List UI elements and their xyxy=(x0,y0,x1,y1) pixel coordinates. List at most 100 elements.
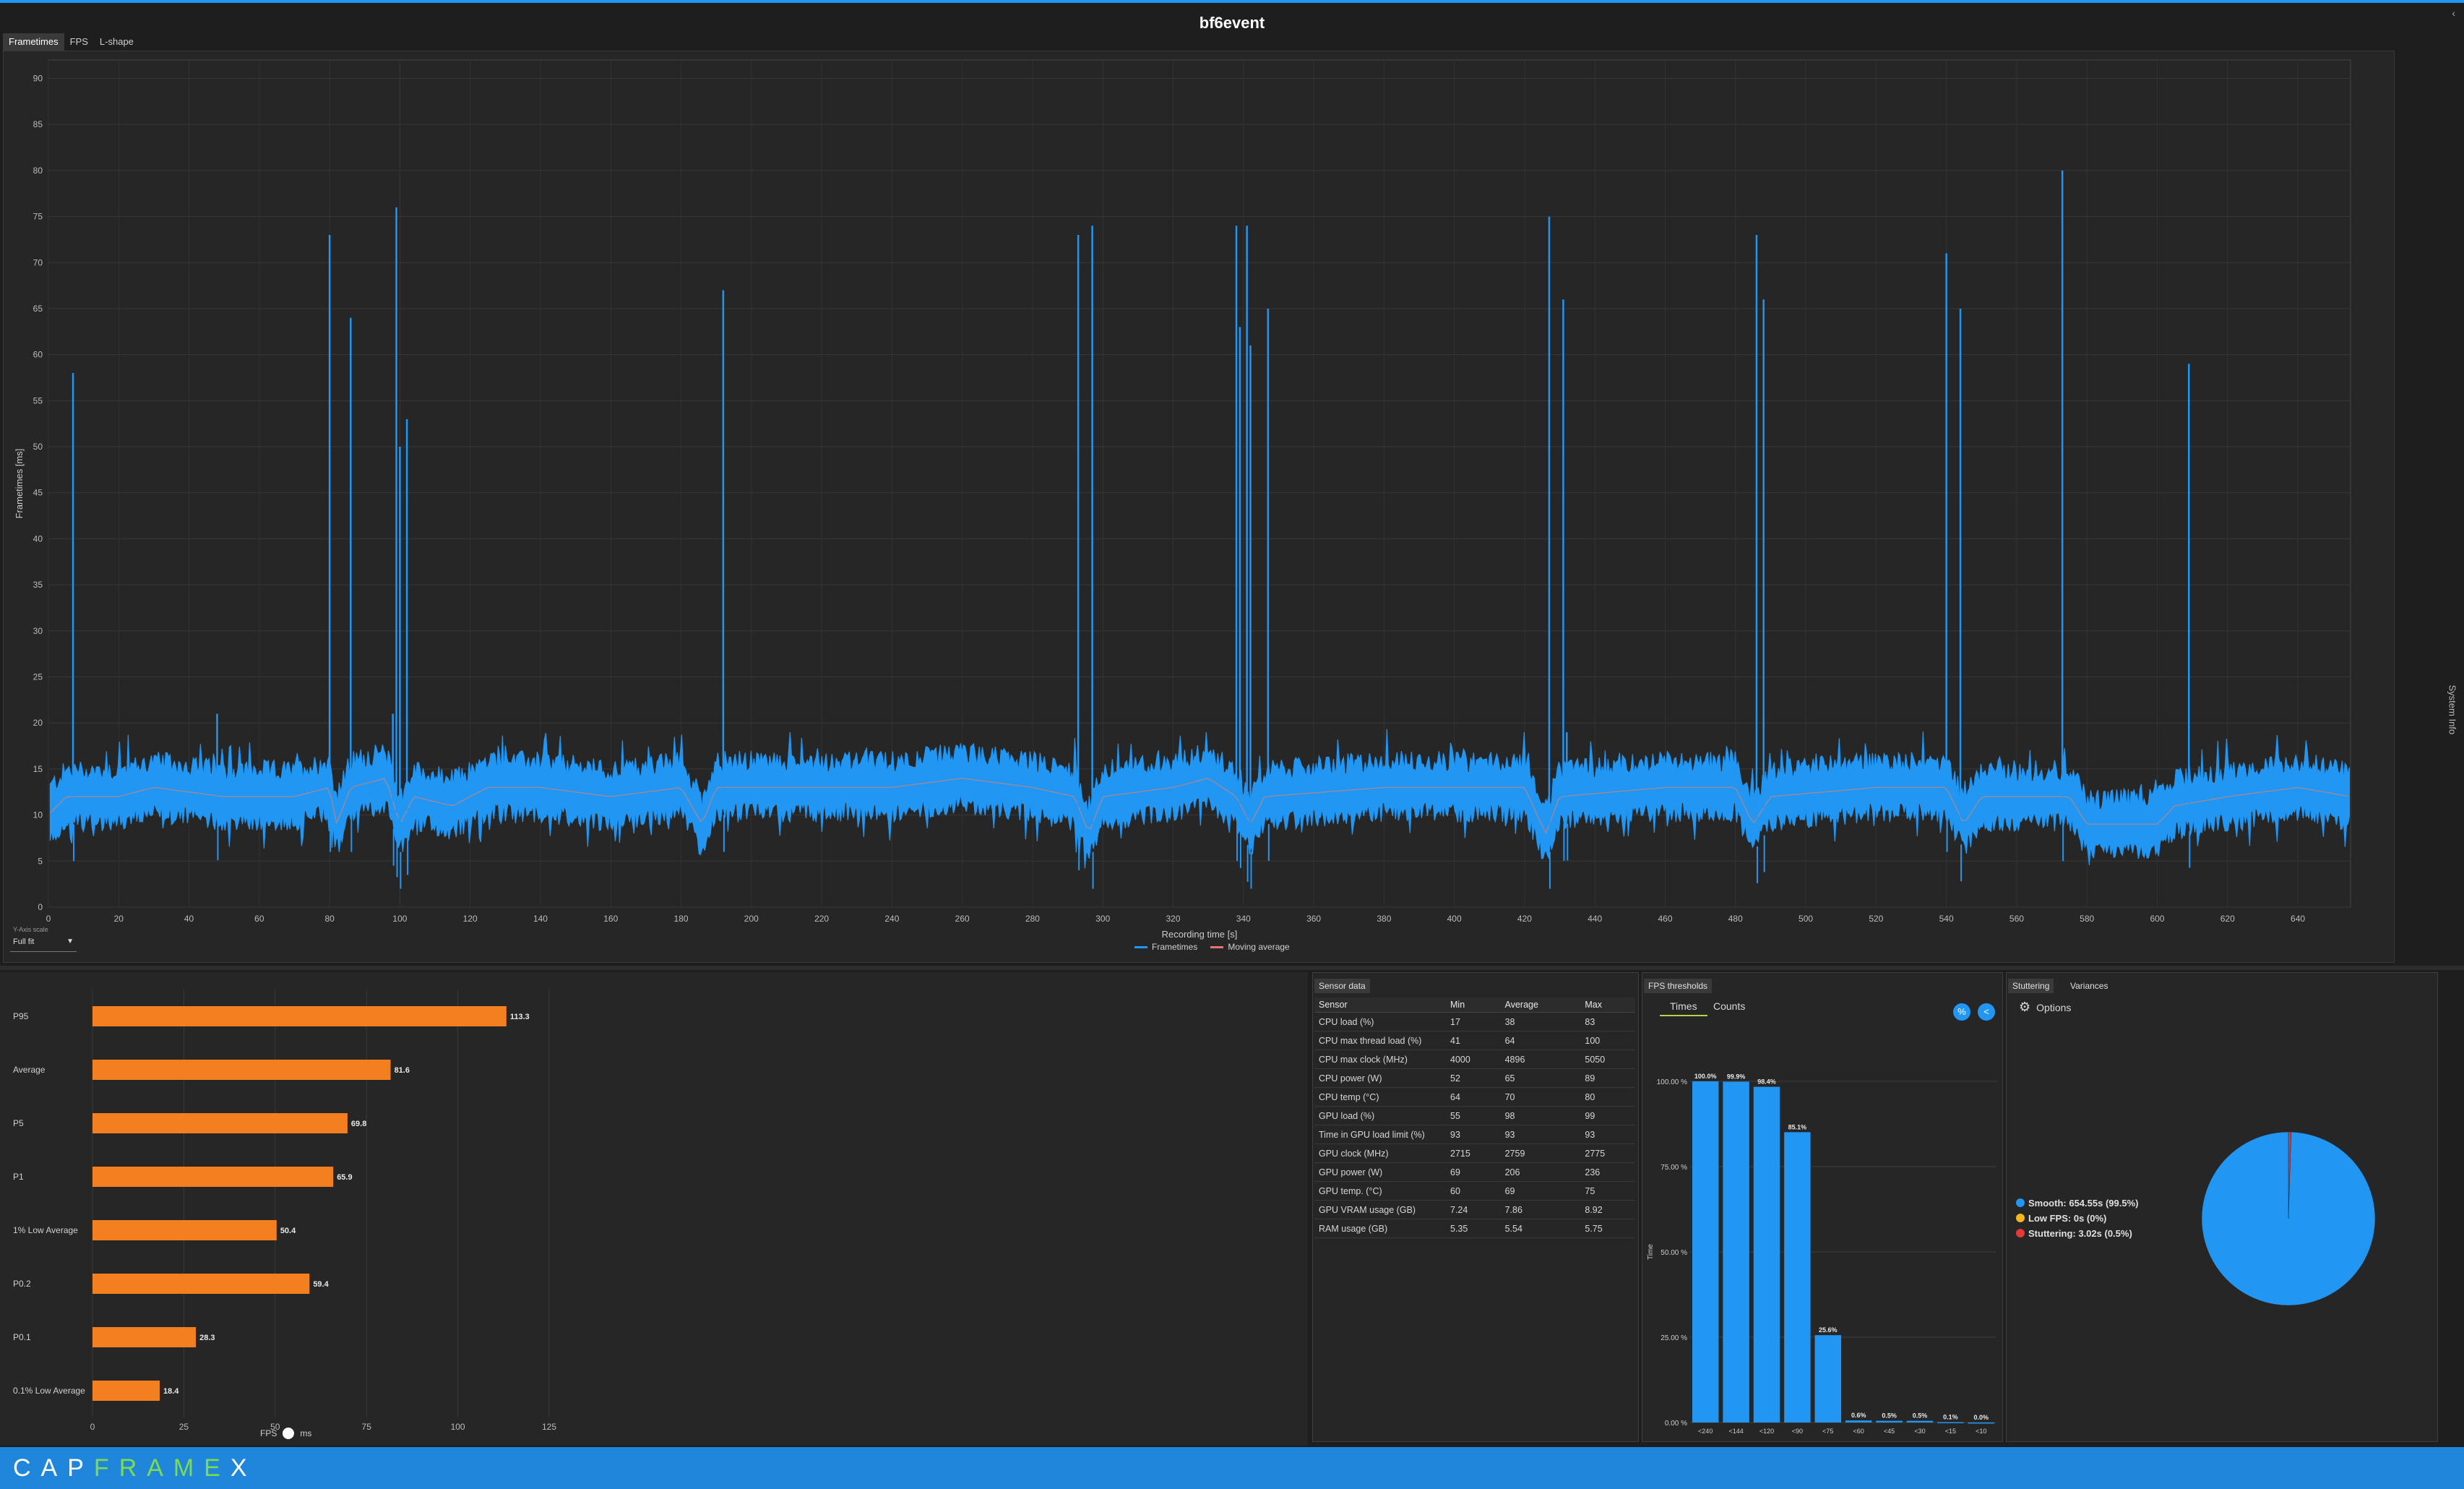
table-cell: 5.54 xyxy=(1500,1219,1581,1238)
stuttering-legend: Smooth: 654.55s (99.5%) Low FPS: 0s (0%)… xyxy=(2016,1196,2138,1241)
statistics-bar-chart: 0 25 50 75 100 125P95 113.3Average 81.6P5 69.8P1… xyxy=(13,990,556,1432)
table-row[interactable]: GPU power (W) 69 206 236 xyxy=(1314,1162,1635,1182)
bar-value-label: 18.4 xyxy=(163,1387,179,1396)
y-tick-label: 5 xyxy=(38,856,43,866)
table-cell: GPU load (%) xyxy=(1314,1106,1446,1125)
stat-bar xyxy=(92,1274,310,1294)
sensor-data-panel: Sensor data Sensor Min Average Max CPU l… xyxy=(1312,972,1639,1442)
y-tick-label: 70 xyxy=(33,257,43,267)
y-tick-label: 35 xyxy=(33,580,43,590)
legend-swatch xyxy=(1210,946,1224,949)
table-cell: 69 xyxy=(1446,1162,1501,1182)
table-row[interactable]: Time in GPU load limit (%) 93 93 93 xyxy=(1314,1125,1635,1144)
y-axis-title: Frametimes [ms] xyxy=(14,449,25,519)
table-row[interactable]: GPU VRAM usage (GB) 7.24 7.86 8.92 xyxy=(1314,1200,1635,1219)
x-tick-label: <240 xyxy=(1698,1428,1713,1435)
stat-bar xyxy=(92,1327,197,1347)
tab-l-shape[interactable]: L-shape xyxy=(94,33,139,51)
panel-divider[interactable] xyxy=(0,966,2464,970)
y-tick-label: 15 xyxy=(33,764,43,774)
table-row[interactable]: RAM usage (GB) 5.35 5.54 5.75 xyxy=(1314,1219,1635,1238)
table-cell: 93 xyxy=(1580,1125,1635,1144)
bar-value-label: 59.4 xyxy=(313,1280,329,1289)
toggle-knob[interactable] xyxy=(283,1428,295,1439)
toggle-label-fps: FPS xyxy=(260,1428,277,1438)
legend-label: Low FPS: xyxy=(2028,1213,2072,1224)
column-header[interactable]: Min xyxy=(1446,997,1501,1013)
legend-item-smooth: Smooth: 654.55s (99.5%) xyxy=(2016,1196,2138,1211)
y-tick-label: 75.00 % xyxy=(1660,1164,1687,1172)
x-tick-label: 540 xyxy=(1939,914,1954,924)
table-cell: 55 xyxy=(1446,1106,1501,1125)
category-label: P0.2 xyxy=(13,1279,31,1289)
table-row[interactable]: GPU clock (MHz) 2715 2759 2775 xyxy=(1314,1143,1635,1163)
table-cell: RAM usage (GB) xyxy=(1314,1219,1446,1238)
x-tick-label: 260 xyxy=(955,914,970,924)
frametime-chart[interactable]: 0 5 10 15 20 25 30 35 40 45 50 55 60 65 70 75 80 85 90 0 20 4… xyxy=(4,51,2394,962)
table-row[interactable]: GPU load (%) 55 98 99 xyxy=(1314,1106,1635,1125)
table-cell: 75 xyxy=(1580,1181,1635,1201)
sensor-table: Sensor Min Average Max CPU load (%) 17 38 8… xyxy=(1314,997,1635,1238)
y-tick-label: 10 xyxy=(33,810,43,820)
bar-value-label: 81.6 xyxy=(395,1066,410,1075)
tab-frametimes[interactable]: Frametimes xyxy=(3,33,64,51)
bar-value-label: 100.0% xyxy=(1694,1073,1717,1080)
stat-bar xyxy=(92,1006,507,1026)
table-row[interactable]: CPU max clock (MHz) 4000 4896 5050 xyxy=(1314,1050,1635,1069)
chart-legend: Frametimes Moving average xyxy=(1134,942,1290,952)
x-tick-label: 240 xyxy=(884,914,899,924)
y-tick-label: 90 xyxy=(33,73,43,83)
table-cell: CPU max thread load (%) xyxy=(1314,1031,1446,1050)
table-cell: 65 xyxy=(1500,1068,1581,1088)
table-cell: 64 xyxy=(1500,1031,1581,1050)
table-cell: GPU temp. (°C) xyxy=(1314,1181,1446,1201)
capframex-logo: CAPFRAMEX xyxy=(13,1454,257,1482)
y-scale-select[interactable]: Full fit ▼ xyxy=(10,937,77,952)
x-tick-label: 200 xyxy=(744,914,759,924)
threshold-bar xyxy=(1692,1081,1719,1423)
x-tick-label: 400 xyxy=(1447,914,1462,924)
threshold-bar xyxy=(1753,1086,1780,1423)
x-tick-label: 440 xyxy=(1588,914,1602,924)
bar-value-label: 0.6% xyxy=(1851,1412,1866,1419)
bar-value-label: 69.8 xyxy=(351,1120,366,1128)
table-cell: 70 xyxy=(1500,1087,1581,1107)
table-row[interactable]: CPU max thread load (%) 41 64 100 xyxy=(1314,1031,1635,1050)
table-cell: GPU clock (MHz) xyxy=(1314,1143,1446,1163)
column-header[interactable]: Max xyxy=(1580,997,1635,1013)
table-row[interactable]: GPU temp. (°C) 60 69 75 xyxy=(1314,1181,1635,1201)
x-tick-label: <144 xyxy=(1728,1428,1743,1435)
options-button[interactable]: ⚙ Options xyxy=(2019,1000,2071,1015)
column-header[interactable]: Sensor xyxy=(1314,997,1446,1013)
y-tick-label: 0.00 % xyxy=(1665,1420,1687,1428)
x-tick-label: 40 xyxy=(184,914,194,924)
table-row[interactable]: CPU load (%) 17 38 83 xyxy=(1314,1012,1635,1031)
system-info-tab[interactable]: System Info xyxy=(2447,685,2458,772)
statistics-panel: 0 25 50 75 100 125 P95 113.3 Average 81.6 P5 69.8 P1… xyxy=(0,972,1308,1446)
table-cell: CPU temp (°C) xyxy=(1314,1087,1446,1107)
threshold-bar xyxy=(1784,1132,1811,1423)
table-row[interactable]: CPU power (W) 52 65 89 xyxy=(1314,1068,1635,1088)
tab-sensor-data[interactable]: Sensor data xyxy=(1314,979,1370,993)
table-row[interactable]: CPU temp (°C) 64 70 80 xyxy=(1314,1087,1635,1107)
stat-bar xyxy=(92,1113,348,1133)
x-axis-title: Recording time [s] xyxy=(1162,929,1238,940)
table-cell: 4000 xyxy=(1446,1050,1501,1069)
y-tick-label: 25 xyxy=(33,672,43,682)
table-cell: 60 xyxy=(1446,1181,1501,1201)
table-cell: 99 xyxy=(1580,1106,1635,1125)
fps-ms-toggle[interactable]: FPS ms xyxy=(260,1428,311,1439)
legend-value: 3.02s (0.5%) xyxy=(2078,1228,2132,1239)
collapse-icon[interactable]: ‹ xyxy=(2452,7,2455,19)
fps-thresholds-chart: 0.00 % 25.00 % 50.00 % 75.00 % 100.00 % Time 1… xyxy=(1647,1073,1996,1435)
table-header-row: Sensor Min Average Max xyxy=(1314,997,1635,1013)
x-tick-label: <30 xyxy=(1914,1428,1925,1435)
bar-value-label: 65.9 xyxy=(337,1173,352,1182)
column-header[interactable]: Average xyxy=(1500,997,1581,1013)
legend-label: Moving average xyxy=(1228,942,1290,952)
y-tick-label: 55 xyxy=(33,395,43,405)
frametime-chart-panel: 0 5 10 15 20 25 30 35 40 45 50 55 60 65 70 75 80 85 90 0 20 4… xyxy=(3,51,2395,963)
y-tick-label: 40 xyxy=(33,533,43,544)
tab-fps[interactable]: FPS xyxy=(64,33,94,51)
table-cell: 7.24 xyxy=(1446,1200,1501,1219)
